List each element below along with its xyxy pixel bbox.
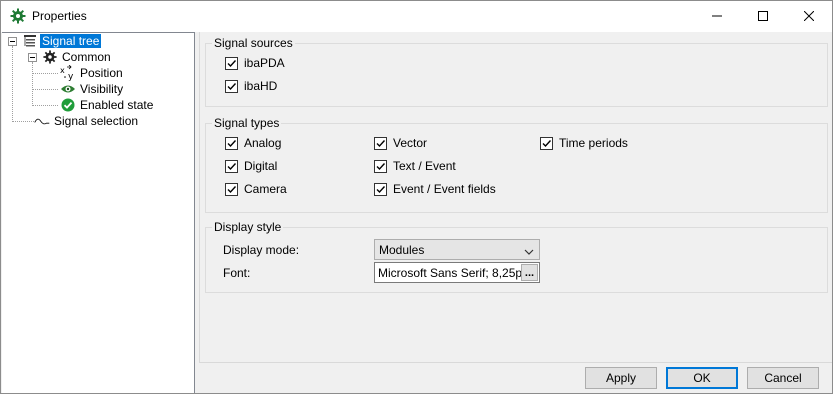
group-title: Display style (212, 220, 284, 234)
group-title: Signal sources (212, 36, 295, 50)
chevron-down-icon (524, 245, 534, 259)
font-field[interactable]: Microsoft Sans Serif; 8,25pt ... (374, 262, 540, 283)
display-mode-select[interactable]: Modules (374, 239, 540, 260)
cancel-button[interactable]: Cancel (747, 367, 819, 389)
minimize-icon (712, 10, 722, 24)
svg-text:y: y (68, 72, 74, 81)
signal-sources-group: Signal sources ibaPDA ibaHD (205, 36, 828, 107)
checkbox-box (225, 136, 238, 150)
title-bar: Properties (1, 1, 832, 32)
signal-types-group: Signal types Analog Digital Camera Vecto… (205, 116, 828, 213)
ok-button[interactable]: OK (666, 367, 738, 389)
window-title: Properties (32, 9, 87, 23)
tree-item-signal-selection[interactable]: Signal selection (34, 113, 140, 129)
checkbox-label: Vector (393, 136, 428, 150)
checkbox-box (225, 182, 238, 196)
gear-icon (10, 8, 26, 24)
checkbox-box (374, 159, 387, 173)
checkbox-label: Text / Event (393, 159, 456, 173)
checkbox-box (225, 56, 238, 70)
check-circle-icon (60, 97, 76, 113)
checkbox-label: ibaHD (244, 79, 278, 93)
tree-connector (12, 121, 34, 122)
properties-content: Signal sources ibaPDA ibaHD Signal types… (199, 32, 832, 362)
select-value: Modules (379, 242, 425, 257)
signal-wave-icon (34, 113, 50, 129)
tree-item-enabled-state[interactable]: Enabled state (60, 97, 155, 113)
tree-item-label: Position (80, 66, 123, 80)
tree-item-signal-tree[interactable]: Signal tree (22, 33, 102, 49)
svg-text:x: x (60, 66, 65, 75)
signal-tree-icon (22, 33, 38, 49)
event-fields-checkbox[interactable]: Event / Event fields (374, 182, 496, 196)
digital-checkbox[interactable]: Digital (225, 159, 277, 173)
tree-connector (32, 73, 58, 74)
checkbox-label: Event / Event fields (393, 182, 496, 196)
checkbox-label: Digital (244, 159, 278, 173)
tree-item-label: Visibility (80, 82, 124, 96)
minimize-button[interactable] (694, 1, 740, 32)
tree-connector (12, 46, 13, 122)
text-event-checkbox[interactable]: Text / Event (374, 159, 456, 173)
dialog-button-bar: Apply OK Cancel (199, 362, 832, 393)
font-value: Microsoft Sans Serif; 8,25pt (378, 265, 526, 280)
maximize-icon (758, 10, 768, 24)
tree-item-label: Common (62, 50, 111, 64)
checkbox-box (540, 136, 553, 150)
checkbox-label: Camera (244, 182, 287, 196)
checkbox-box (374, 136, 387, 150)
analog-checkbox[interactable]: Analog (225, 136, 281, 150)
camera-checkbox[interactable]: Camera (225, 182, 287, 196)
tree-connector (32, 89, 58, 90)
checkbox-label: Time periods (559, 136, 628, 150)
display-mode-label: Display mode: (223, 243, 300, 257)
group-title: Signal types (212, 116, 282, 130)
maximize-button[interactable] (740, 1, 786, 32)
tree-item-label: Enabled state (80, 98, 154, 112)
properties-tree: Signal tree Common x y Position Visibili… (2, 32, 195, 393)
apply-button[interactable]: Apply (585, 367, 657, 389)
tree-item-visibility[interactable]: Visibility (60, 81, 125, 97)
vector-checkbox[interactable]: Vector (374, 136, 427, 150)
checkbox-label: Analog (244, 136, 282, 150)
gear-icon (42, 49, 58, 65)
ibapda-checkbox[interactable]: ibaPDA (225, 56, 285, 70)
tree-item-common[interactable]: Common (42, 49, 113, 65)
properties-window: Properties Signal tree Common x y Positi… (0, 0, 833, 394)
tree-item-position[interactable]: x y Position (60, 65, 125, 81)
checkbox-box (374, 182, 387, 196)
collapse-toggle[interactable] (28, 53, 37, 62)
tree-item-label: Signal tree (40, 34, 102, 48)
checkbox-box (225, 159, 238, 173)
xy-position-icon: x y (60, 65, 76, 81)
font-label: Font: (223, 266, 251, 280)
display-style-group: Display style Display mode: Modules Font… (205, 220, 828, 293)
eye-icon (60, 81, 76, 97)
checkbox-label: ibaPDA (244, 56, 285, 70)
tree-connector (32, 62, 33, 106)
checkbox-box (225, 79, 238, 93)
tree-connector (32, 105, 58, 106)
ibahd-checkbox[interactable]: ibaHD (225, 79, 277, 93)
time-periods-checkbox[interactable]: Time periods (540, 136, 628, 150)
tree-item-label: Signal selection (54, 114, 139, 128)
font-picker-button[interactable]: ... (521, 264, 538, 281)
close-button[interactable] (786, 1, 832, 32)
collapse-toggle[interactable] (8, 37, 17, 46)
close-icon (803, 10, 815, 24)
